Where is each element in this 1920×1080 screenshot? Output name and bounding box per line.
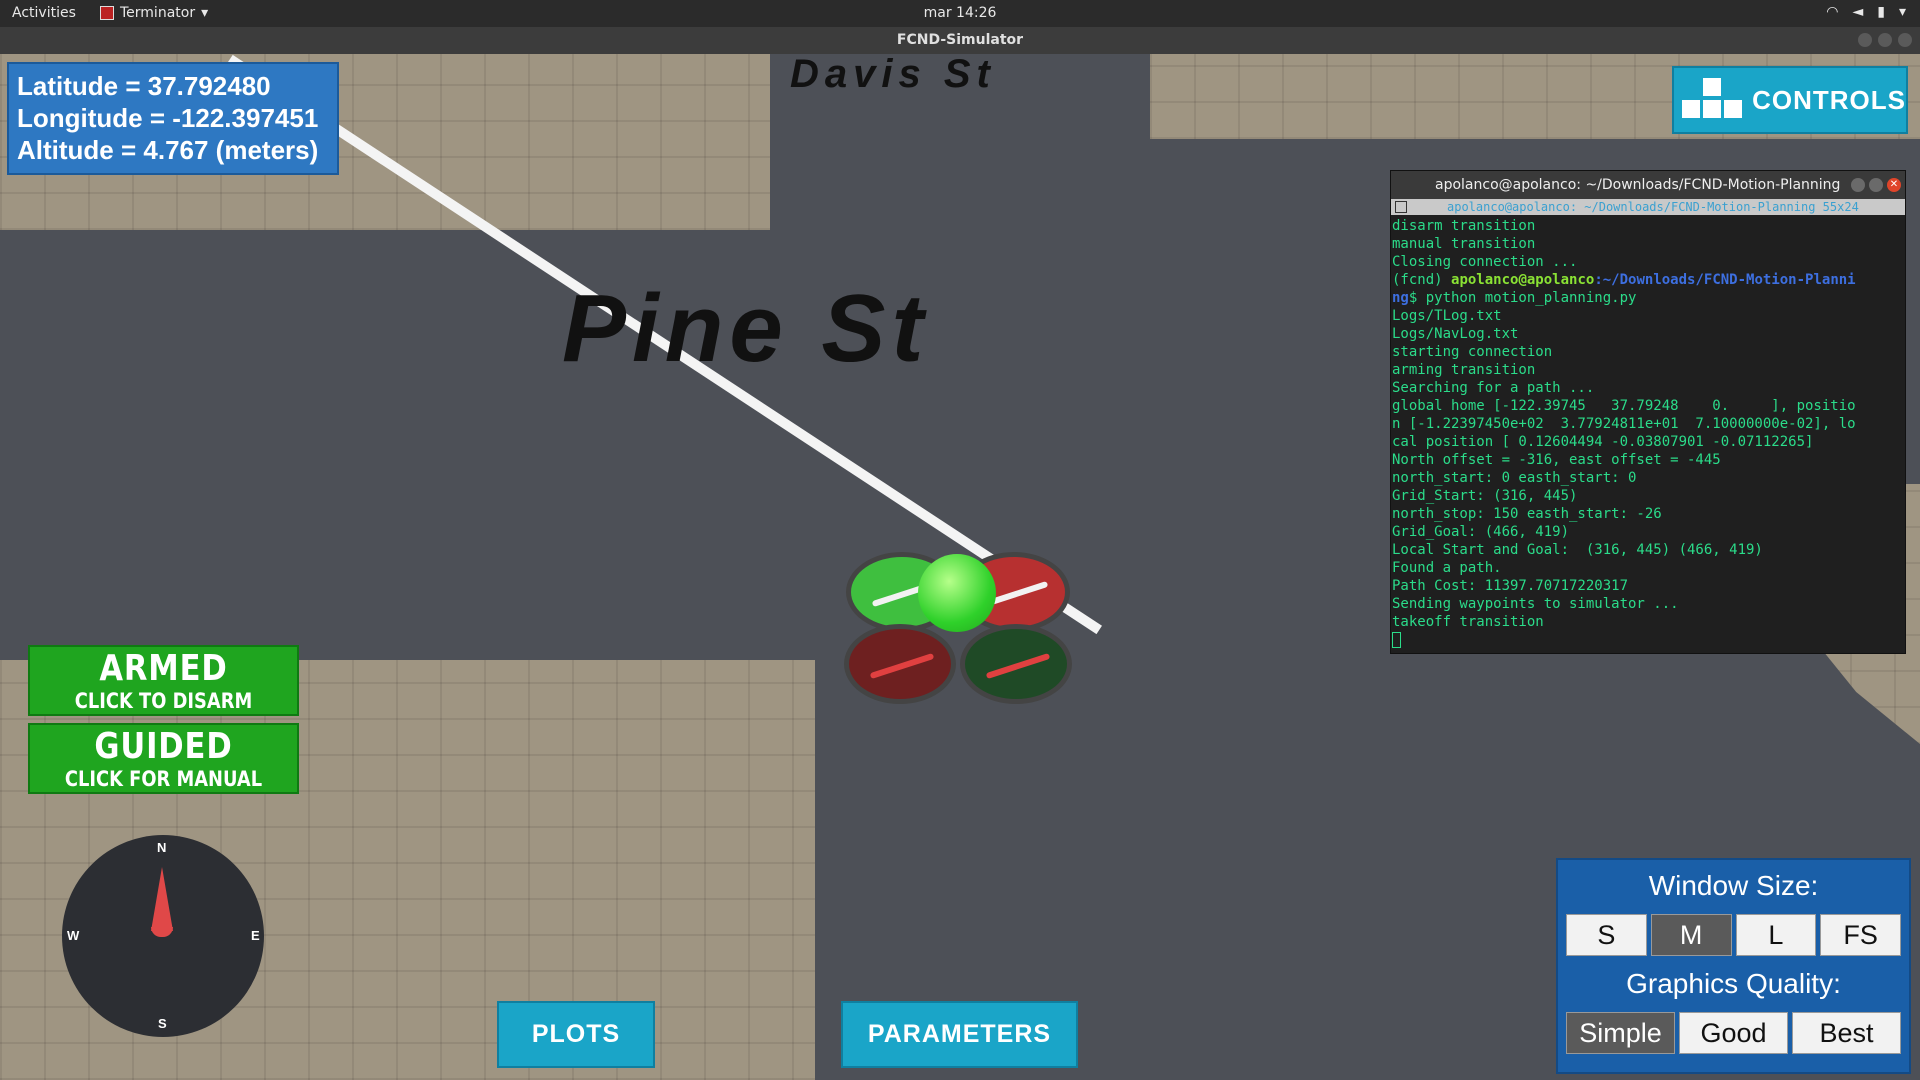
guided-toggle-button[interactable]: GUIDED CLICK FOR MANUAL bbox=[28, 723, 299, 794]
guided-subtitle: CLICK FOR MANUAL bbox=[64, 767, 263, 791]
terminal-line: disarm transition bbox=[1392, 218, 1536, 234]
window-size-m-button[interactable]: M bbox=[1650, 914, 1732, 956]
terminal-line: manual transition bbox=[1392, 236, 1536, 252]
terminal-line: Path Cost: 11397.70717220317 bbox=[1392, 578, 1629, 594]
terminal-prompt-line: ng$ python motion_planning.py bbox=[1392, 290, 1637, 306]
terminal-close-button[interactable]: ✕ bbox=[1887, 178, 1901, 192]
window-title: FCND-Simulator bbox=[896, 32, 1024, 48]
terminal-tab-title: apolanco@apolanco: ~/Downloads/FCND-Moti… bbox=[1447, 200, 1859, 214]
terminal-line: Searching for a path ... bbox=[1392, 380, 1595, 396]
quadcopter bbox=[838, 542, 1078, 712]
graphics-quality-best-button[interactable]: Best bbox=[1792, 1012, 1901, 1054]
compass-west: W bbox=[67, 928, 80, 943]
compass-needle-icon bbox=[151, 867, 173, 931]
chevron-down-icon: ▾ bbox=[1898, 4, 1906, 20]
close-button[interactable] bbox=[1898, 33, 1912, 47]
armed-subtitle: CLICK TO DISARM bbox=[74, 689, 253, 713]
street-label-davis: Davis St bbox=[790, 54, 996, 96]
plots-button[interactable]: PLOTS bbox=[497, 1001, 655, 1068]
graphics-quality-good-button[interactable]: Good bbox=[1679, 1012, 1788, 1054]
terminal-prompt-line: (fcnd) apolanco@apolanco:~/Downloads/FCN… bbox=[1392, 272, 1856, 288]
terminal-line: n [-1.22397450e+02 3.77924811e+01 7.1000… bbox=[1392, 416, 1856, 432]
terminal-line: Logs/NavLog.txt bbox=[1392, 326, 1519, 342]
terminal-line: North offset = -316, east offset = -445 bbox=[1392, 452, 1721, 468]
window-size-options: S M L FS bbox=[1558, 914, 1909, 956]
window-size-s-button[interactable]: S bbox=[1566, 914, 1647, 956]
compass: N S E W bbox=[62, 835, 264, 1037]
window-size-fs-button[interactable]: FS bbox=[1820, 914, 1901, 956]
graphics-quality-options: Simple Good Best bbox=[1558, 1012, 1909, 1054]
terminal-line: cal position [ 0.12604494 -0.03807901 -0… bbox=[1392, 434, 1814, 450]
terminal-line: starting connection bbox=[1392, 344, 1553, 360]
latitude-readout: Latitude = 37.792480 bbox=[17, 71, 271, 101]
controls-icon bbox=[1682, 78, 1742, 122]
rotor-rear-right bbox=[960, 624, 1072, 704]
maximize-button[interactable] bbox=[1878, 33, 1892, 47]
window-size-l-button[interactable]: L bbox=[1735, 914, 1817, 956]
system-top-bar: Activities Terminator ▾ mar 14:26 ◠ ◄ ▮ … bbox=[0, 0, 1920, 27]
terminal-output[interactable]: disarm transition manual transition Closin… bbox=[1391, 215, 1905, 653]
system-tray[interactable]: ◠ ◄ ▮ ▾ bbox=[1826, 4, 1906, 20]
window-size-title: Window Size: bbox=[1648, 870, 1819, 901]
wifi-icon: ◠ bbox=[1826, 4, 1839, 20]
minimize-button[interactable] bbox=[1858, 33, 1872, 47]
terminal-line: takeoff transition bbox=[1392, 614, 1544, 630]
altitude-readout: Altitude = 4.767 (meters) bbox=[17, 135, 319, 165]
armed-toggle-button[interactable]: ARMED CLICK TO DISARM bbox=[28, 645, 299, 716]
compass-east: E bbox=[251, 928, 260, 943]
terminal-tab-bar[interactable]: apolanco@apolanco: ~/Downloads/FCND-Moti… bbox=[1391, 199, 1905, 215]
terminal-window[interactable]: apolanco@apolanco: ~/Downloads/FCND-Moti… bbox=[1390, 170, 1906, 654]
terminal-cursor-line bbox=[1392, 631, 1905, 649]
graphics-quality-simple-button[interactable]: Simple bbox=[1566, 1012, 1675, 1054]
rotor-rear-left bbox=[844, 624, 956, 704]
terminal-line: Grid_Start: (316, 445) bbox=[1392, 488, 1578, 504]
guided-title: GUIDED bbox=[94, 726, 233, 767]
terminal-line: Logs/TLog.txt bbox=[1392, 308, 1502, 324]
compass-needle-base bbox=[151, 927, 173, 937]
drone-body bbox=[918, 554, 996, 632]
window-settings-panel: Window Size: S M L FS Graphics Quality: Sim… bbox=[1556, 858, 1911, 1074]
terminal-titlebar[interactable]: apolanco@apolanco: ~/Downloads/FCND-Moti… bbox=[1391, 171, 1905, 199]
terminal-minimize-button[interactable] bbox=[1851, 178, 1865, 192]
armed-title: ARMED bbox=[99, 648, 228, 689]
terminal-line: Found a path. bbox=[1392, 560, 1502, 576]
terminal-line: global home [-122.39745 37.79248 0. ], p… bbox=[1392, 398, 1856, 414]
terminal-line: north_stop: 150 easth_start: -26 bbox=[1392, 506, 1662, 522]
terminal-line: Local Start and Goal: (316, 445) (466, 4… bbox=[1392, 542, 1763, 558]
terminal-line: Grid_Goal: (466, 419) bbox=[1392, 524, 1570, 540]
parameters-button[interactable]: PARAMETERS bbox=[841, 1001, 1078, 1068]
terminal-title: apolanco@apolanco: ~/Downloads/FCND-Moti… bbox=[1435, 177, 1841, 193]
compass-north: N bbox=[157, 840, 167, 855]
controls-label: CONTROLS bbox=[1752, 84, 1906, 115]
window-titlebar[interactable]: FCND-Simulator bbox=[0, 27, 1920, 54]
terminal-line: Closing connection ... bbox=[1392, 254, 1578, 270]
terminal-line: north_start: 0 easth_start: 0 bbox=[1392, 470, 1637, 486]
compass-south: S bbox=[158, 1016, 167, 1031]
battery-icon: ▮ bbox=[1877, 4, 1885, 20]
terminal-line: Sending waypoints to simulator ... bbox=[1392, 596, 1679, 612]
terminal-line: arming transition bbox=[1392, 362, 1536, 378]
controls-button[interactable]: CONTROLS bbox=[1672, 66, 1908, 134]
graphics-quality-title: Graphics Quality: bbox=[1626, 968, 1841, 999]
clock[interactable]: mar 14:26 bbox=[0, 5, 1920, 21]
longitude-readout: Longitude = -122.397451 bbox=[17, 103, 319, 133]
volume-icon: ◄ bbox=[1852, 4, 1864, 20]
terminal-cursor bbox=[1392, 632, 1401, 648]
terminal-maximize-button[interactable] bbox=[1869, 178, 1883, 192]
terminal-split-icon bbox=[1395, 201, 1407, 213]
gps-readout-panel: Latitude = 37.792480 Longitude = -122.39… bbox=[7, 62, 339, 175]
street-label-pine: Pine St bbox=[562, 275, 930, 382]
